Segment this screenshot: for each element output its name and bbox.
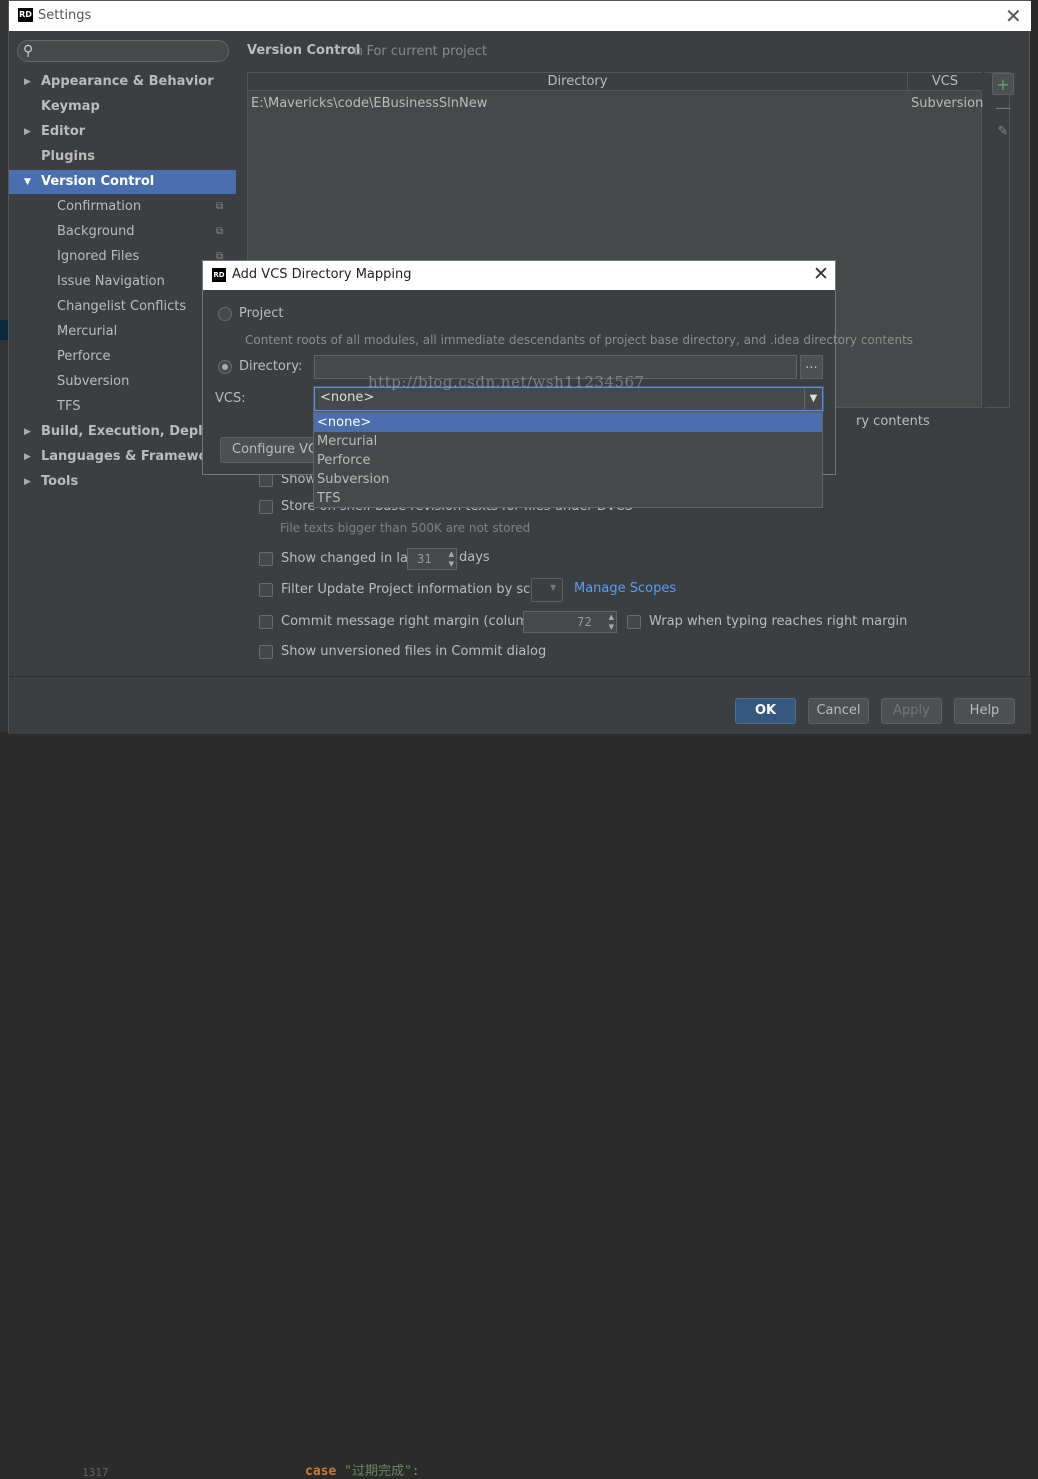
column-header-directory[interactable]: Directory — [248, 73, 908, 91]
background-selection — [0, 320, 8, 340]
window-title: Settings — [38, 8, 92, 23]
project-label[interactable]: Project — [239, 306, 283, 321]
tree-item-label: Ignored Files — [57, 249, 140, 264]
chevron-down-icon[interactable]: ▼ — [804, 388, 822, 410]
tree-item-label: Confirmation — [57, 199, 142, 214]
directory-label[interactable]: Directory: — [239, 359, 302, 374]
project-radio[interactable] — [218, 307, 232, 321]
manage-scopes-link[interactable]: Manage Scopes — [574, 581, 676, 596]
tree-item-label: Issue Navigation — [57, 274, 165, 289]
tree-item-label: Keymap — [41, 99, 100, 114]
background-editor-strip — [0, 0, 8, 743]
directory-radio[interactable] — [218, 360, 232, 374]
tree-item[interactable]: ▼ Version Control — [9, 170, 236, 194]
project-scope-icon: ⧉ — [216, 201, 224, 212]
wrap-checkbox[interactable] — [627, 615, 641, 629]
store-base-checkbox[interactable] — [259, 500, 273, 514]
vcs-dropdown-list: <none> Mercurial Perforce Subversion TFS — [313, 412, 823, 508]
title-bar: RD Settings ✕ — [9, 1, 1031, 31]
collapsed-arrow-icon[interactable]: ▶ — [24, 470, 31, 494]
rider-app-icon: RD — [18, 8, 33, 22]
remove-icon[interactable]: — — [992, 97, 1014, 119]
vcs-option[interactable]: <none> — [314, 413, 822, 432]
store-hint: File texts bigger than 500K are not stor… — [280, 521, 531, 535]
edit-icon[interactable]: ✎ — [992, 121, 1014, 143]
chevron-down-icon: ▼ — [550, 583, 557, 592]
ok-button[interactable]: OK — [735, 698, 796, 724]
project-scope-icon: ⧉ — [216, 226, 224, 237]
tree-item[interactable]: Confirmation ⧉ — [9, 195, 236, 219]
show-checkbox[interactable] — [259, 473, 273, 487]
vcs-option[interactable]: Perforce — [314, 451, 822, 470]
commit-margin-checkbox[interactable] — [259, 615, 273, 629]
search-icon: ⚲ — [23, 43, 34, 59]
tree-item-label: Background — [57, 224, 135, 239]
spinner-arrows-icon[interactable]: ▲ ▼ — [449, 549, 454, 569]
dialog-title: Add VCS Directory Mapping — [232, 267, 412, 282]
close-icon[interactable]: ✕ — [1005, 4, 1022, 28]
tree-item[interactable]: ▶ Appearance & Behavior — [9, 70, 236, 94]
spinner-arrows-icon[interactable]: ▲ ▼ — [609, 612, 614, 632]
project-hint: Content roots of all modules, all immedi… — [245, 333, 914, 347]
dialog-title-bar: RD Add VCS Directory Mapping ✕ — [203, 261, 835, 290]
vcs-option[interactable]: Subversion — [314, 470, 822, 489]
filter-update-checkbox[interactable] — [259, 583, 273, 597]
days-label: days — [459, 550, 490, 565]
collapsed-arrow-icon[interactable]: ▶ — [24, 420, 31, 444]
days-spinner[interactable]: 31 ▲ ▼ — [407, 548, 457, 570]
tree-item[interactable]: Keymap — [9, 95, 236, 119]
tree-item[interactable]: Plugins — [9, 145, 236, 169]
watermark: http://blog.csdn.net/wsh11234567 — [368, 373, 645, 391]
table-cell-vcs[interactable]: Subversion — [911, 96, 983, 111]
tree-item[interactable]: ▶ Editor — [9, 120, 236, 144]
tree-item-label: Changelist Conflicts — [57, 299, 187, 314]
scope-select[interactable]: ▼ — [531, 578, 563, 602]
collapsed-arrow-icon[interactable]: ▶ — [24, 70, 31, 94]
column-header-vcs[interactable]: VCS — [908, 73, 982, 91]
tree-item-label: Subversion — [57, 374, 130, 389]
margin-spinner[interactable]: 72 ▲ ▼ — [523, 611, 617, 633]
tree-item-label: Plugins — [41, 149, 95, 164]
tree-item[interactable]: Background ⧉ — [9, 220, 236, 244]
tree-item-label: TFS — [57, 399, 81, 414]
background-code: case "过期完成": — [305, 1464, 420, 1479]
collapsed-arrow-icon[interactable]: ▶ — [24, 445, 31, 469]
tree-item-label: Tools — [41, 474, 79, 489]
page-title: Version Control — [247, 43, 361, 58]
vcs-option[interactable]: TFS — [314, 489, 822, 508]
tree-item-label: Version Control — [41, 174, 155, 189]
add-icon[interactable]: + — [992, 73, 1014, 95]
scope-note: ⧉ For current project — [353, 44, 488, 59]
tree-item-label: Editor — [41, 124, 86, 139]
dialog-footer: OK Cancel Apply Help — [9, 676, 1031, 734]
search-input[interactable]: ⚲ — [17, 40, 229, 62]
show-unversioned-checkbox[interactable] — [259, 645, 273, 659]
background-line-number: 1317 — [82, 1466, 109, 1479]
cancel-button[interactable]: Cancel — [808, 698, 869, 724]
expanded-arrow-icon[interactable]: ▼ — [24, 170, 31, 194]
vcs-option[interactable]: Mercurial — [314, 432, 822, 451]
show-changed-checkbox[interactable] — [259, 552, 273, 566]
collapsed-arrow-icon[interactable]: ▶ — [24, 120, 31, 144]
browse-button[interactable]: ... — [800, 355, 823, 379]
close-icon[interactable]: ✕ — [813, 263, 829, 285]
rider-app-icon: RD — [212, 268, 226, 282]
project-scope-icon: ⧉ — [353, 44, 363, 59]
tree-item-label: Mercurial — [57, 324, 118, 339]
help-button[interactable]: Help — [954, 698, 1015, 724]
tree-item-label: Appearance & Behavior — [41, 74, 214, 89]
tree-item-label: Perforce — [57, 349, 111, 364]
apply-button[interactable]: Apply — [881, 698, 942, 724]
table-cell-directory[interactable]: E:\Mavericks\code\EBusinessSlnNew — [251, 96, 487, 111]
configure-vcs-button[interactable]: Configure VCS — [220, 437, 320, 463]
vcs-label: VCS: — [215, 391, 246, 406]
partial-hint-text: ry contents — [856, 414, 930, 429]
